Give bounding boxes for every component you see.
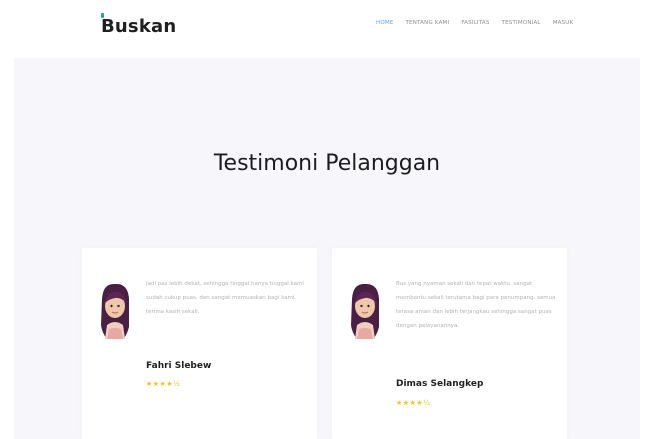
testimonial-card: Jadi pas lebih dekat, sehingga tinggal h… bbox=[82, 248, 317, 439]
nav-menu: HOME TENTANG KAMI FASILITAS TESTIMONIAL … bbox=[376, 20, 573, 26]
testimonial-author: Dimas Selangkep bbox=[396, 379, 484, 389]
star-rating: ★★★★½ bbox=[396, 399, 431, 407]
avatar bbox=[101, 283, 129, 339]
nav-item-testimonial[interactable]: TESTIMONIAL bbox=[502, 20, 541, 26]
testimonial-quote: Jadi pas lebih dekat, sehingga tinggal h… bbox=[146, 281, 304, 315]
brand-logo[interactable]: Buskan bbox=[101, 16, 176, 37]
section-title: Testimoni Pelanggan bbox=[213, 151, 441, 176]
avatar bbox=[351, 283, 379, 339]
testimonials-section: Testimoni Pelanggan Jadi pas lebih dekat… bbox=[14, 58, 640, 439]
star-rating: ★★★★½ bbox=[146, 380, 181, 388]
testimonial-quote: Bus yang nyaman sekali dan tepat waktu. … bbox=[396, 281, 556, 329]
navbar: Buskan HOME TENTANG KAMI FASILITAS TESTI… bbox=[0, 0, 653, 56]
nav-item-fasilitas[interactable]: FASILITAS bbox=[461, 20, 489, 26]
testimonial-card: Bus yang nyaman sekali dan tepat waktu. … bbox=[332, 248, 567, 439]
nav-item-tentang-kami[interactable]: TENTANG KAMI bbox=[406, 20, 450, 26]
nav-item-home[interactable]: HOME bbox=[376, 20, 394, 26]
testimonial-author: Fahri Slebew bbox=[146, 361, 212, 371]
nav-item-masuk[interactable]: MASUK bbox=[553, 20, 574, 26]
